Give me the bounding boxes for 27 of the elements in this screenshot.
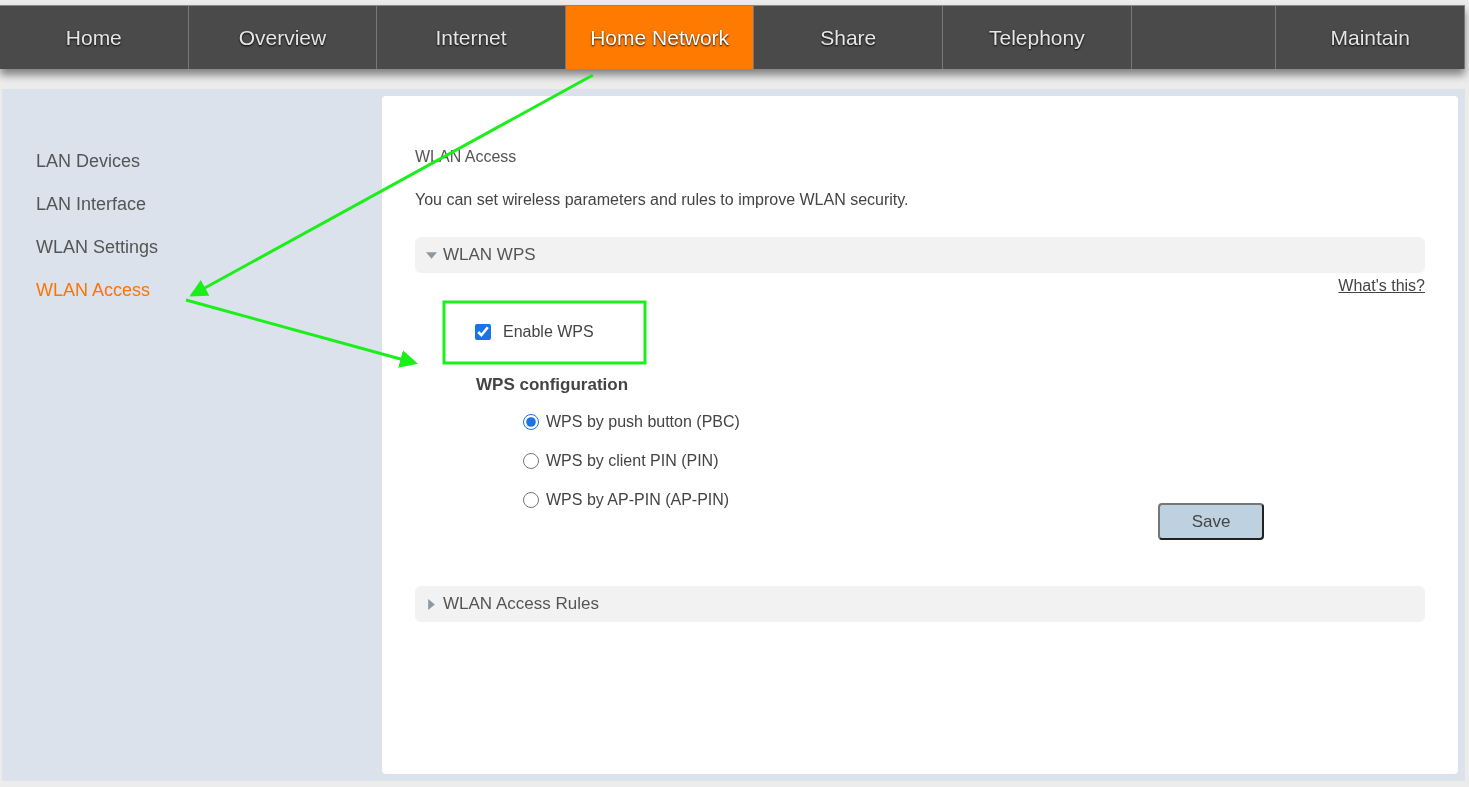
triangle-icon xyxy=(426,598,437,610)
config-title: WPS configuration xyxy=(476,375,630,395)
nav-tab[interactable]: Home xyxy=(0,6,189,69)
sidebar-item[interactable]: LAN Devices xyxy=(36,150,141,173)
section-header[interactable]: WLAN WPS xyxy=(415,237,1425,273)
triangle-icon xyxy=(426,249,437,261)
section-header[interactable]: WLAN Access Rules xyxy=(415,586,1425,622)
radio-button[interactable] xyxy=(523,414,539,430)
radio-label: WPS by client PIN (PIN) xyxy=(546,452,719,470)
nav-tab[interactable]: Maintain xyxy=(1276,6,1465,69)
radio-label: WPS by AP-PIN (AP-PIN) xyxy=(546,491,730,509)
radio-button[interactable] xyxy=(523,453,539,469)
sidebar-item[interactable]: LAN Interface xyxy=(36,193,147,216)
nav-tab[interactable]: Share xyxy=(754,6,944,69)
checkbox-label: Enable WPS xyxy=(503,323,594,341)
sidebar-item[interactable]: WLAN Settings xyxy=(36,236,159,259)
nav-tab[interactable]: Telephony xyxy=(943,6,1132,69)
radio-button[interactable] xyxy=(523,492,539,508)
checkbox[interactable] xyxy=(475,324,491,340)
help-link[interactable]: What's this? xyxy=(1338,277,1425,295)
nav-tab[interactable]: Internet xyxy=(377,6,566,69)
section-title: WLAN WPS xyxy=(443,245,536,265)
page-description: You can set wireless parameters and rules to improve WLAN security. xyxy=(415,191,910,209)
radio-label: WPS by push button (PBC) xyxy=(546,413,740,431)
nav-tab[interactable]: Overview xyxy=(188,6,378,69)
save-button[interactable]: Save xyxy=(1158,503,1264,540)
section-title: WLAN Access Rules xyxy=(443,594,599,614)
